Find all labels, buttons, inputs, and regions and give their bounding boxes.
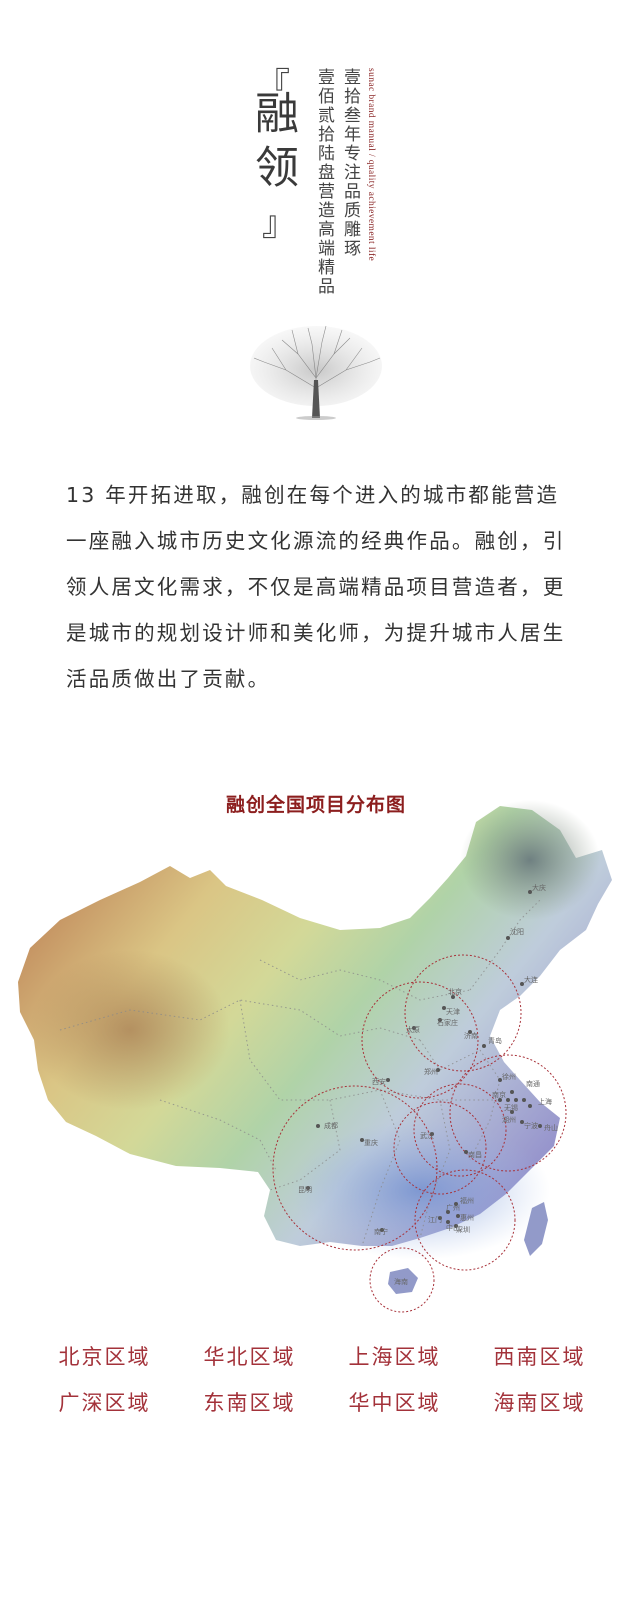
svg-text:无锡: 无锡 (504, 1103, 518, 1112)
svg-text:广州: 广州 (446, 1203, 460, 1212)
svg-text:西安: 西安 (372, 1077, 386, 1086)
svg-text:沈阳: 沈阳 (510, 927, 524, 936)
region-north-china[interactable]: 华北区域 (177, 1342, 322, 1372)
svg-text:深圳: 深圳 (456, 1225, 470, 1234)
svg-text:南宁: 南宁 (374, 1227, 388, 1236)
svg-text:济南: 济南 (464, 1031, 478, 1040)
svg-text:重庆: 重庆 (364, 1138, 378, 1147)
svg-text:南京: 南京 (492, 1090, 506, 1099)
svg-text:舟山: 舟山 (544, 1123, 558, 1132)
region-list: 北京区域 华北区域 上海区域 西南区域 广深区域 东南区域 华中区域 海南区域 (32, 1342, 612, 1418)
region-hainan[interactable]: 海南区域 (467, 1388, 612, 1418)
region-southeast[interactable]: 东南区域 (177, 1388, 322, 1418)
region-guangshen[interactable]: 广深区域 (32, 1388, 177, 1418)
svg-text:上海: 上海 (538, 1097, 552, 1106)
svg-text:青岛: 青岛 (488, 1036, 502, 1045)
svg-text:徐州: 徐州 (502, 1072, 516, 1081)
tree-illustration-icon (250, 325, 382, 420)
page-title: 融领 (247, 90, 298, 198)
svg-text:北京: 北京 (448, 987, 462, 996)
svg-text:惠州: 惠州 (460, 1213, 474, 1222)
svg-text:昆明: 昆明 (298, 1186, 312, 1194)
bracket-close: 』 (262, 204, 296, 244)
tagline-years: 壹拾叁年专注品质雕琢 (340, 68, 360, 258)
svg-text:太原: 太原 (406, 1025, 420, 1034)
svg-text:海南: 海南 (394, 1277, 408, 1286)
svg-text:湖州: 湖州 (502, 1115, 516, 1124)
svg-text:天津: 天津 (446, 1008, 460, 1016)
tagline-projects: 壹佰贰拾陆盘营造高端精品 (314, 68, 334, 296)
svg-text:南昌: 南昌 (468, 1150, 482, 1159)
region-southwest[interactable]: 西南区域 (467, 1342, 612, 1372)
svg-text:武汉: 武汉 (420, 1131, 434, 1140)
svg-text:宁波: 宁波 (524, 1121, 538, 1130)
svg-text:江门: 江门 (428, 1215, 442, 1224)
svg-text:石家庄: 石家庄 (437, 1018, 458, 1027)
svg-text:郑州: 郑州 (424, 1068, 438, 1076)
svg-text:福州: 福州 (460, 1196, 474, 1205)
region-central-china[interactable]: 华中区域 (322, 1388, 467, 1418)
brand-manual-caption: sunac brand manual / quality achievement… (366, 68, 376, 262)
region-beijing[interactable]: 北京区域 (32, 1342, 177, 1372)
svg-text:大连: 大连 (524, 975, 538, 984)
china-project-map: 大庆 沈阳 大连 北京 天津 太原 石家庄 济南 青岛 郑州 西安 徐州 南通 … (18, 800, 612, 1313)
svg-text:南通: 南通 (526, 1079, 540, 1088)
intro-paragraph: 13 年开拓进取，融创在每个进入的城市都能营造一座融入城市历史文化源流的经典作品… (66, 483, 566, 691)
region-shanghai[interactable]: 上海区域 (322, 1342, 467, 1372)
svg-text:大庆: 大庆 (532, 883, 546, 892)
svg-text:成都: 成都 (324, 1121, 338, 1130)
